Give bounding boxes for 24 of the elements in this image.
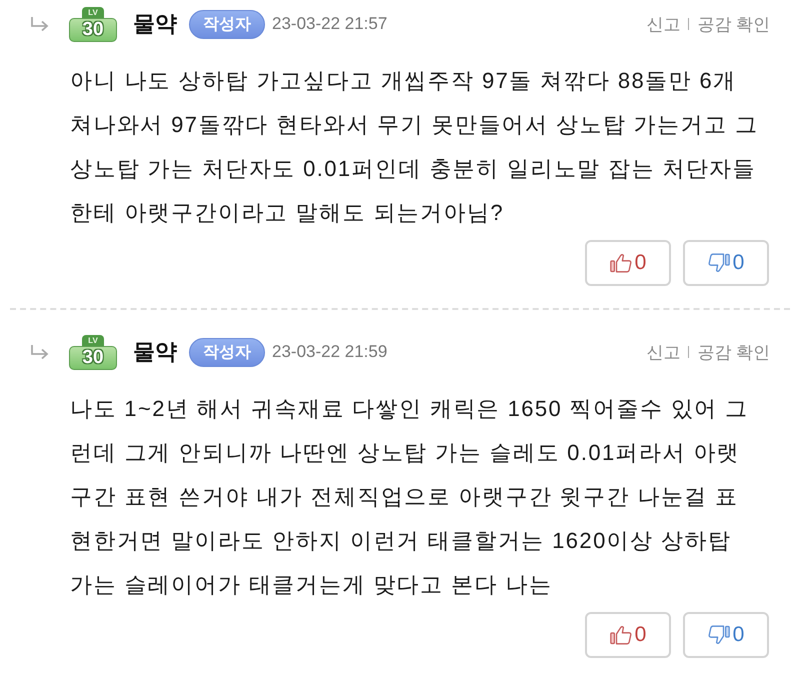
level-label: LV — [82, 6, 104, 18]
action-link[interactable]: 공감 확인 — [697, 12, 770, 36]
comment-text: 아니 나도 상하탑 가고싶다고 개씹주작 97돌 쳐깎다 88돌만 6개 쳐나와서 97돌깎다 현타와서 무기 못만들어서 상노탑 가는거고 그 상노탑 가는 처단자도 0.01퍼인데 충분히 일리노말 잡는 처단자들한테 아랫구간이라고 말해도 되는거아님? — [70, 67, 760, 227]
comment-date: 23-03-22 21:59 — [272, 342, 388, 362]
thumbs-up-icon — [610, 253, 632, 273]
thumbs-down-icon — [708, 253, 730, 273]
level-label: LV — [82, 334, 104, 346]
author-badge: 작성자 — [189, 338, 265, 366]
action-link[interactable]: 공감 확인 — [697, 340, 770, 364]
like-button[interactable]: 0 — [585, 240, 671, 286]
author-name: 물약 — [133, 338, 177, 366]
comment-text: 나도 1~2년 해서 귀속재료 다쌓인 캐릭은 1650 찍어줄수 있어 그런데 그게 안되니까 나딴엔 상노탑 가는 슬레도 0.01퍼라서 아랫구간 표현 쓴거야 내가 전체직업으로 아랫구간 윗구간 나눈걸 표현한거면 말이라도 안하지 이런거 태클할거는 1620이상 상하탑 가는 슬레이어가 태클거는게 맞다고 본다 나는 — [70, 395, 750, 599]
thumbs-up-icon — [610, 625, 632, 645]
author-badge: 작성자 — [189, 10, 265, 38]
author-name: 물약 — [133, 10, 177, 38]
like-button[interactable]: 0 — [585, 612, 671, 658]
action-link[interactable]: 신고 — [646, 340, 680, 364]
dislike-button[interactable]: 0 — [683, 612, 769, 658]
dislike-button[interactable]: 0 — [683, 240, 769, 286]
level-number: 30 — [69, 18, 117, 42]
comment-date: 23-03-22 21:57 — [272, 14, 388, 34]
thumbs-down-icon — [708, 625, 730, 645]
level-number: 30 — [69, 346, 117, 370]
action-link[interactable]: 신고 — [646, 12, 680, 36]
